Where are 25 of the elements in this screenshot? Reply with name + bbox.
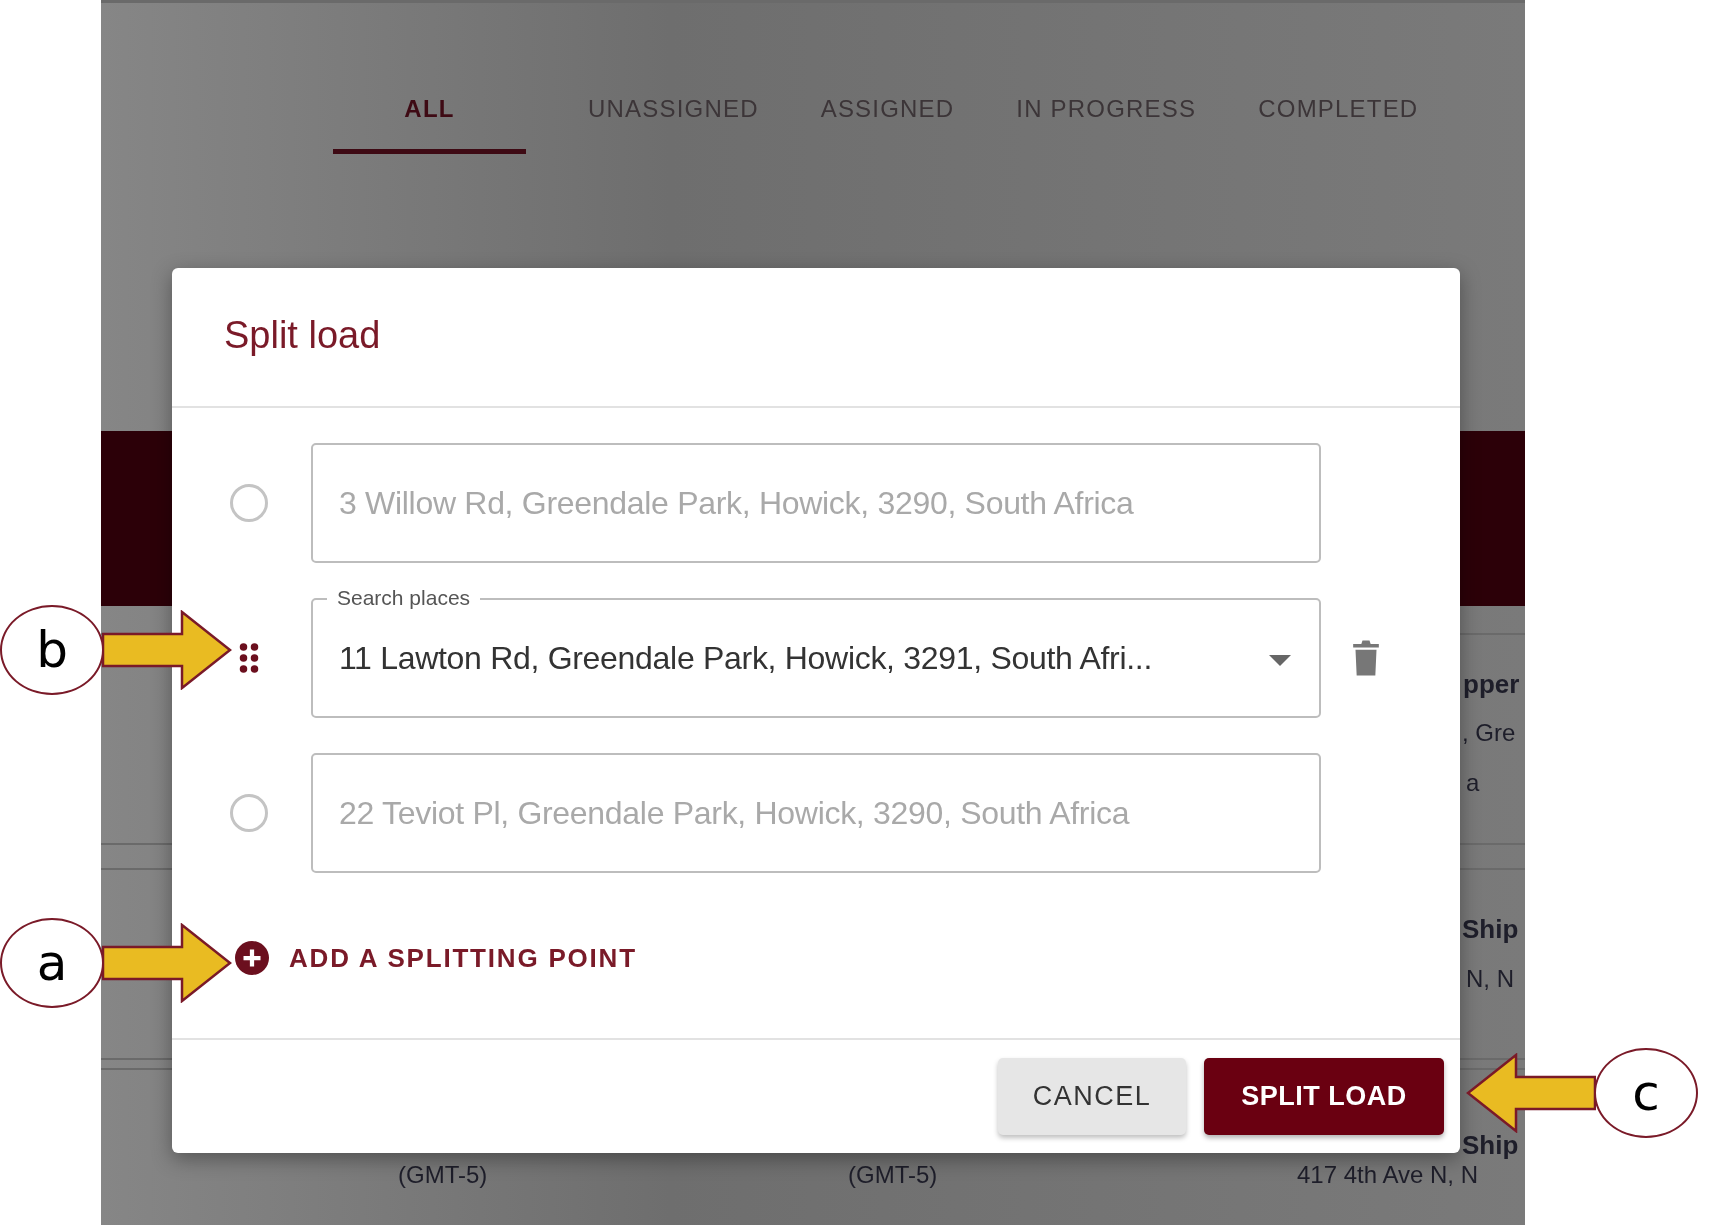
status-tab[interactable]: COMPLETED — [1258, 89, 1419, 154]
status-tab[interactable]: ASSIGNED — [820, 89, 955, 154]
split-load-button[interactable]: SPLIT LOAD — [1204, 1058, 1444, 1135]
delete-icon[interactable] — [1352, 639, 1380, 677]
add-splitting-point-button[interactable]: ADD A SPLITTING POINT — [235, 941, 637, 975]
callout-label: c — [1594, 1048, 1698, 1138]
cancel-button[interactable]: CANCEL — [998, 1058, 1186, 1135]
background-text: 417 4th Ave N, N — [1297, 1161, 1478, 1189]
background-text: , Gre — [1462, 719, 1516, 747]
dialog-title: Split load — [172, 268, 1460, 408]
caret-icon[interactable] — [1269, 655, 1291, 666]
background-text: (GMT-5) — [398, 1161, 488, 1189]
background-text: Ship — [1462, 914, 1519, 945]
status-tab[interactable]: UNASSIGNED — [588, 89, 759, 154]
background-text: (GMT-5) — [848, 1161, 938, 1189]
status-tab[interactable]: ALL — [333, 89, 526, 154]
plus-icon — [235, 941, 269, 975]
callout-label: b — [0, 605, 104, 695]
background-text: a — [1466, 769, 1480, 797]
status-tab[interactable]: IN PROGRESS — [1016, 89, 1197, 154]
background-text: N, N — [1466, 965, 1514, 993]
background-text: pper — [1463, 669, 1520, 700]
drag-handle-icon[interactable] — [237, 641, 260, 675]
background-text: Ship — [1462, 1130, 1519, 1161]
callout-label: a — [0, 918, 104, 1008]
